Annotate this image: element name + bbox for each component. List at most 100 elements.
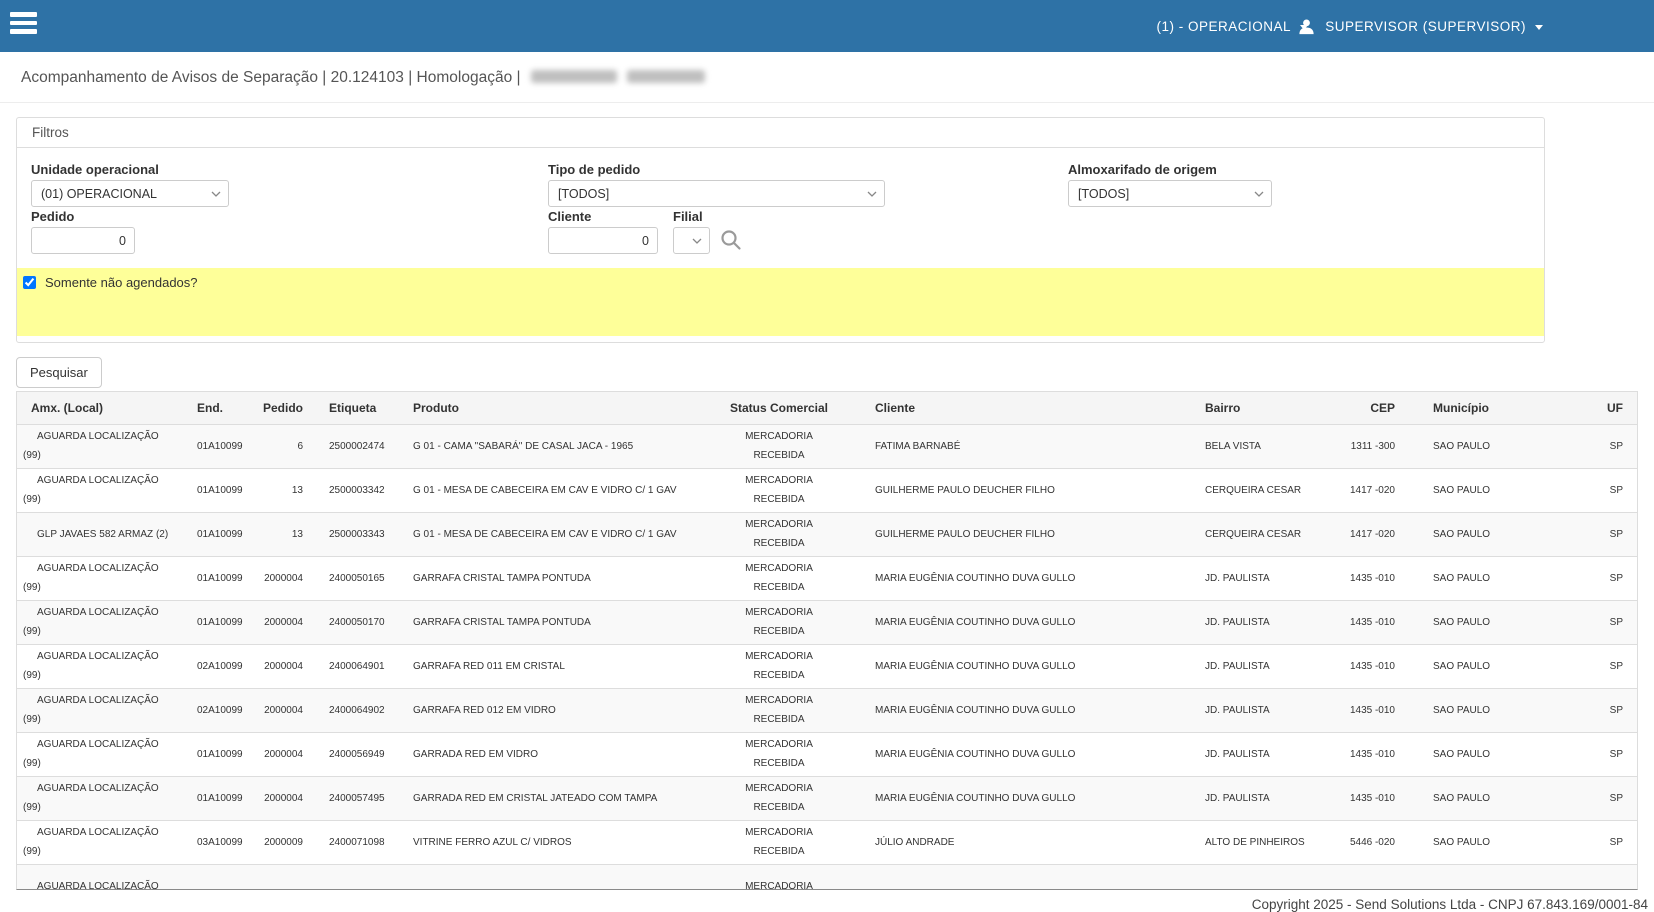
table-cell: GUILHERME PAULO DEUCHER FILHO [859, 512, 1189, 556]
menu-icon[interactable] [10, 12, 38, 40]
table-cell: SP [1521, 776, 1637, 820]
table-cell: 13 [259, 512, 307, 556]
table-cell: 2000004 [259, 600, 307, 644]
table-cell: 2400057495 [307, 776, 399, 820]
table-cell [187, 864, 259, 890]
table-cell: 5446 -020 [1319, 820, 1401, 864]
table-cell: 01A10099 [187, 732, 259, 776]
table-cell: GARRAFA RED 011 EM CRISTAL [399, 644, 699, 688]
table-cell: JD. PAULISTA [1189, 600, 1319, 644]
pedido-input[interactable] [31, 227, 135, 254]
table-cell: GARRAFA RED 012 EM VIDRO [399, 688, 699, 732]
table-cell: 1435 -010 [1319, 776, 1401, 820]
operational-unit-menu[interactable]: (1) - OPERACIONAL [1156, 0, 1308, 52]
table-header-row: Amx. (Local)End.PedidoEtiquetaProdutoSta… [17, 392, 1637, 424]
redacted-text [627, 70, 705, 83]
top-navbar: (1) - OPERACIONAL SUPERVISOR (SUPERVISOR… [0, 0, 1654, 52]
table-cell: JD. PAULISTA [1189, 644, 1319, 688]
table-cell: 01A10099 [187, 556, 259, 600]
table-cell: 03A10099 [187, 820, 259, 864]
table-row[interactable]: AGUARDA LOCALIZAÇÃO (99)02A1009920000042… [17, 688, 1637, 732]
table-cell: SAO PAULO [1401, 512, 1521, 556]
user-menu[interactable]: SUPERVISOR (SUPERVISOR) [1297, 0, 1543, 52]
filters-panel-title: Filtros [17, 118, 1544, 148]
tipo-de-pedido-select[interactable]: [TODOS] [548, 180, 885, 207]
table-cell: 1435 -010 [1319, 556, 1401, 600]
table-cell: SP [1521, 644, 1637, 688]
redacted-text [531, 70, 617, 83]
table-cell: 2400050170 [307, 600, 399, 644]
page-title: Acompanhamento de Avisos de Separação | … [21, 69, 705, 87]
operational-unit-label: (1) - OPERACIONAL [1156, 19, 1291, 34]
table-cell: 02A10099 [187, 644, 259, 688]
title-bar: Acompanhamento de Avisos de Separação | … [0, 52, 1654, 103]
table-cell: 01A10099 [187, 424, 259, 468]
chevron-down-icon [1254, 191, 1264, 197]
table-cell: SAO PAULO [1401, 732, 1521, 776]
somente-nao-agendados-checkbox[interactable] [23, 276, 36, 289]
table-cell: FATIMA BARNABÉ [859, 424, 1189, 468]
table-cell: 1435 -010 [1319, 600, 1401, 644]
table-row[interactable]: AGUARDA LOCALIZAÇÃO (99)03A1009920000092… [17, 820, 1637, 864]
table-cell: GLP JAVAES 582 ARMAZ (2) [17, 512, 187, 556]
table-cell [1401, 864, 1521, 890]
cliente-input[interactable] [548, 227, 658, 254]
table-cell [1521, 864, 1637, 890]
table-cell: SAO PAULO [1401, 424, 1521, 468]
almoxarifado-de-origem-select[interactable]: [TODOS] [1068, 180, 1272, 207]
highlight-band: Somente não agendados? [17, 268, 1544, 336]
unidade-operacional-select[interactable]: (01) OPERACIONAL [31, 180, 229, 207]
table-cell: JD. PAULISTA [1189, 556, 1319, 600]
table-cell: MARIA EUGÊNIA COUTINHO DUVA GULLO [859, 732, 1189, 776]
filial-select[interactable] [673, 227, 710, 254]
table-cell: 2000004 [259, 644, 307, 688]
table-cell: VITRINE FERRO AZUL C/ VIDROS [399, 820, 699, 864]
table-cell [859, 864, 1189, 890]
table-body: AGUARDA LOCALIZAÇÃO (99)01A1009962500002… [17, 424, 1637, 890]
table-cell: 2500003342 [307, 468, 399, 512]
table-row[interactable]: AGUARDA LOCALIZAÇÃO (99)01A1009920000042… [17, 556, 1637, 600]
almoxarifado-de-origem-label: Almoxarifado de origem [1068, 162, 1217, 177]
table-row[interactable]: AGUARDA LOCALIZAÇÃO (99)02A1009920000042… [17, 644, 1637, 688]
table-cell: AGUARDA LOCALIZAÇÃO [17, 864, 187, 890]
table-row[interactable]: AGUARDA LOCALIZAÇÃO (99)01A1009962500002… [17, 424, 1637, 468]
table-row[interactable]: AGUARDA LOCALIZAÇÃO (99)01A1009920000042… [17, 776, 1637, 820]
table-row[interactable]: AGUARDA LOCALIZAÇÃO (99)01A1009920000042… [17, 732, 1637, 776]
table-cell: 6 [259, 424, 307, 468]
table-cell: 2400064902 [307, 688, 399, 732]
column-header: UF [1521, 392, 1637, 424]
table-cell: ALTO DE PINHEIROS [1189, 820, 1319, 864]
table-cell: 02A10099 [187, 688, 259, 732]
table-cell: BELA VISTA [1189, 424, 1319, 468]
table-cell: MERCADORIA RECEBIDA [699, 512, 859, 556]
search-button[interactable]: Pesquisar [16, 357, 102, 388]
table-cell: 2000004 [259, 688, 307, 732]
table-row[interactable]: AGUARDA LOCALIZAÇÃO (99)01A1009913250000… [17, 468, 1637, 512]
table-cell: 1417 -020 [1319, 512, 1401, 556]
column-header: Bairro [1189, 392, 1319, 424]
results-table: Amx. (Local)End.PedidoEtiquetaProdutoSta… [17, 392, 1637, 890]
table-cell: AGUARDA LOCALIZAÇÃO (99) [17, 820, 187, 864]
unidade-operacional-label: Unidade operacional [31, 162, 159, 177]
column-header: Cliente [859, 392, 1189, 424]
table-row[interactable]: AGUARDA LOCALIZAÇÃO (99)01A1009920000042… [17, 600, 1637, 644]
search-icon[interactable] [719, 228, 743, 252]
column-header: Status Comercial [699, 392, 859, 424]
table-row[interactable]: AGUARDA LOCALIZAÇÃOMERCADORIA [17, 864, 1637, 890]
somente-nao-agendados-label[interactable]: Somente não agendados? [45, 275, 198, 290]
table-cell: SAO PAULO [1401, 776, 1521, 820]
table-cell: CERQUEIRA CESAR [1189, 512, 1319, 556]
chevron-down-icon [211, 191, 221, 197]
table-cell: JD. PAULISTA [1189, 732, 1319, 776]
table-row[interactable]: GLP JAVAES 582 ARMAZ (2)01A1009913250000… [17, 512, 1637, 556]
table-cell: AGUARDA LOCALIZAÇÃO (99) [17, 600, 187, 644]
table-cell: JD. PAULISTA [1189, 688, 1319, 732]
table-cell: JD. PAULISTA [1189, 776, 1319, 820]
table-cell: SAO PAULO [1401, 556, 1521, 600]
table-cell: AGUARDA LOCALIZAÇÃO (99) [17, 468, 187, 512]
table-cell: MARIA EUGÊNIA COUTINHO DUVA GULLO [859, 600, 1189, 644]
column-header: CEP [1319, 392, 1401, 424]
table-cell: SAO PAULO [1401, 468, 1521, 512]
table-cell: G 01 - MESA DE CABECEIRA EM CAV E VIDRO … [399, 468, 699, 512]
table-cell: MERCADORIA RECEBIDA [699, 600, 859, 644]
